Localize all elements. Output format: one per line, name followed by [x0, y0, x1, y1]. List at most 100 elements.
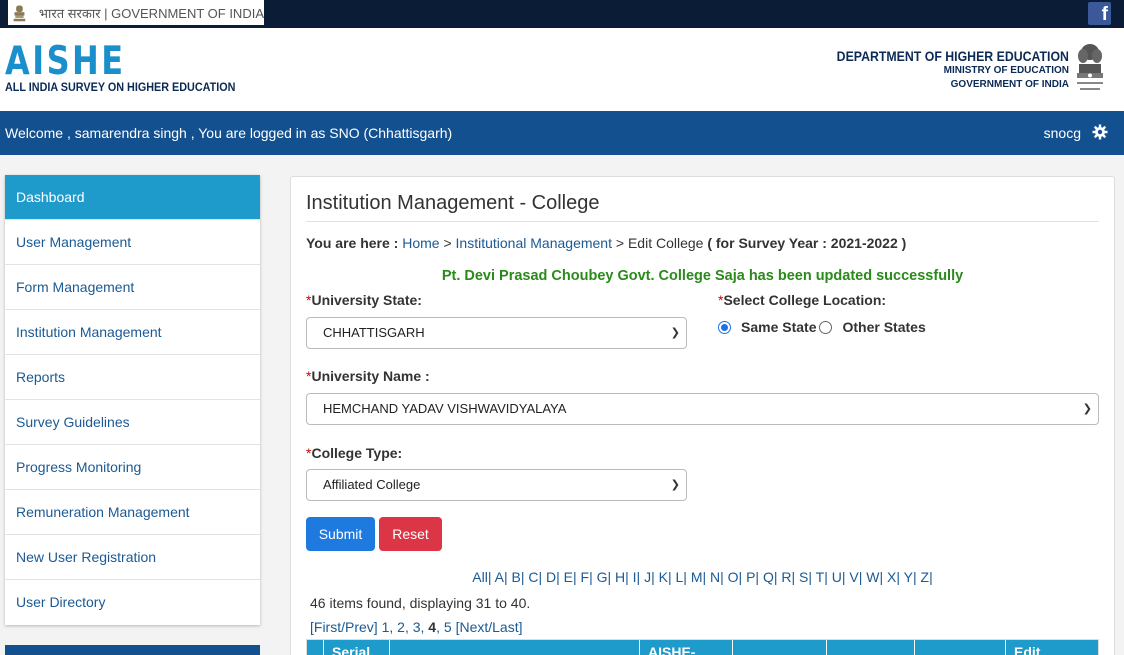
username-label[interactable]: snocg — [1044, 125, 1081, 141]
sidebar-item-remuneration-management[interactable]: Remuneration Management — [5, 490, 260, 535]
national-emblem-icon — [13, 5, 26, 21]
alphabet-filter: All| A| B| C| D| E| F| G| H| I| J| K| L|… — [291, 569, 1114, 585]
alpha-filter-u[interactable]: U| — [832, 569, 846, 585]
sidebar-item-institution-management[interactable]: Institution Management — [5, 310, 260, 355]
gear-icon[interactable] — [1092, 124, 1108, 140]
pager-next-last[interactable]: [Next/Last] — [456, 619, 523, 635]
university-state-label-text: University State: — [311, 292, 422, 308]
alpha-filter-h[interactable]: H| — [615, 569, 629, 585]
same-state-label: Same State — [741, 319, 817, 335]
column-name — [389, 640, 639, 655]
alpha-filter-k[interactable]: K| — [659, 569, 672, 585]
page-title: Institution Management - College — [306, 192, 600, 214]
alpha-filter-d[interactable]: D| — [546, 569, 560, 585]
alpha-filter-a[interactable]: A| — [495, 569, 508, 585]
alpha-filter-t[interactable]: T| — [816, 569, 828, 585]
alpha-filter-q[interactable]: Q| — [763, 569, 778, 585]
facebook-icon[interactable]: f — [1088, 2, 1111, 25]
university-state-label: *University State: — [306, 292, 422, 308]
sidebar-item-user-management[interactable]: User Management — [5, 220, 260, 265]
alpha-filter-m[interactable]: M| — [691, 569, 706, 585]
government-label: भारत सरकार | GOVERNMENT OF INDIA — [38, 5, 264, 21]
title-divider — [306, 221, 1099, 222]
breadcrumb-section-link[interactable]: Institutional Management — [456, 235, 612, 251]
college-type-label: *College Type: — [306, 445, 402, 461]
college-location-label: *Select College Location: — [718, 292, 886, 308]
university-name-value: HEMCHAND YADAV VISHWAVIDYALAYA — [323, 401, 567, 416]
university-name-select[interactable]: HEMCHAND YADAV VISHWAVIDYALAYA ❯ — [306, 393, 1099, 425]
sidebar-item-new-user-registration[interactable]: New User Registration — [5, 535, 260, 580]
alpha-filter-v[interactable]: V| — [849, 569, 862, 585]
alpha-filter-f[interactable]: F| — [581, 569, 593, 585]
college-location-radio-group: Same State Other States — [718, 319, 926, 335]
alpha-filter-g[interactable]: G| — [597, 569, 612, 585]
alpha-filter-s[interactable]: S| — [799, 569, 812, 585]
breadcrumb-current-page: Edit College — [627, 235, 704, 251]
chevron-down-icon: ❯ — [670, 479, 680, 491]
success-message: Pt. Devi Prasad Choubey Govt. College Sa… — [441, 268, 964, 284]
submit-button[interactable]: Submit — [306, 517, 375, 551]
alpha-filter-n[interactable]: N| — [710, 569, 724, 585]
sidebar-item-reports[interactable]: Reports — [5, 355, 260, 400]
department-block: DEPARTMENT OF HIGHER EDUCATION MINISTRY … — [805, 48, 1069, 92]
breadcrumb-separator: > — [443, 235, 452, 251]
main-panel: Institution Management - College You are… — [290, 176, 1115, 655]
sidebar-secondary-panel — [5, 645, 260, 655]
results-table-header: Serial. AISHE- Edit — [306, 639, 1099, 655]
university-state-value: CHHATTISGARH — [323, 325, 425, 340]
sidebar-item-dashboard[interactable]: Dashboard — [5, 175, 260, 220]
chevron-down-icon: ❯ — [1082, 403, 1092, 415]
welcome-bar: Welcome , samarendra singh , You are log… — [0, 111, 1124, 155]
college-type-value: Affiliated College — [323, 477, 421, 492]
site-header: AISHE ALL INDIA SURVEY ON HIGHER EDUCATI… — [0, 28, 1124, 111]
college-location-label-text: Select College Location: — [723, 292, 887, 308]
breadcrumb-separator: > — [615, 235, 625, 251]
alpha-filter-all[interactable]: All| — [472, 569, 491, 585]
breadcrumb-prefix: You are here : — [306, 235, 399, 251]
breadcrumb: You are here : Home > Institutional Mana… — [306, 235, 906, 251]
sidebar-item-user-directory[interactable]: User Directory — [5, 580, 260, 625]
results-count: 46 items found, displaying 31 to 40. — [310, 595, 531, 611]
university-state-select[interactable]: CHHATTISGARH ❯ — [306, 317, 687, 349]
pager-page-1[interactable]: 1 — [382, 619, 390, 635]
college-type-select[interactable]: Affiliated College ❯ — [306, 469, 687, 501]
other-states-radio[interactable] — [819, 320, 833, 334]
alpha-filter-z[interactable]: Z| — [921, 569, 933, 585]
college-type-label-text: College Type: — [311, 445, 403, 461]
alpha-filter-e[interactable]: E| — [564, 569, 577, 585]
sidebar-item-progress-monitoring[interactable]: Progress Monitoring — [5, 445, 260, 490]
column-edit: Edit — [1005, 640, 1083, 655]
alpha-filter-w[interactable]: W| — [866, 569, 883, 585]
alpha-filter-j[interactable]: J| — [644, 569, 655, 585]
alpha-filter-l[interactable]: L| — [676, 569, 687, 585]
sidebar-item-form-management[interactable]: Form Management — [5, 265, 260, 310]
ministry-name: MINISTRY OF EDUCATION — [943, 65, 1069, 76]
same-state-radio[interactable] — [718, 320, 731, 334]
alpha-filter-o[interactable]: O| — [728, 569, 743, 585]
alpha-filter-b[interactable]: B| — [511, 569, 524, 585]
alpha-filter-x[interactable]: X| — [887, 569, 900, 585]
reset-button[interactable]: Reset — [379, 517, 442, 551]
survey-year-label: ( for Survey Year : 2021-2022 ) — [707, 235, 907, 251]
breadcrumb-home-link[interactable]: Home — [402, 235, 439, 251]
government-of-india-link[interactable]: भारत सरकार | GOVERNMENT OF INDIA — [8, 0, 264, 25]
chevron-down-icon: ❯ — [670, 327, 680, 339]
alpha-filter-r[interactable]: R| — [781, 569, 795, 585]
alpha-filter-c[interactable]: C| — [528, 569, 542, 585]
department-name: DEPARTMENT OF HIGHER EDUCATION — [836, 48, 1069, 64]
alpha-filter-p[interactable]: P| — [746, 569, 759, 585]
pager-page-2[interactable]: 2 — [397, 619, 405, 635]
alpha-filter-y[interactable]: Y| — [904, 569, 917, 585]
sidebar-item-survey-guidelines[interactable]: Survey Guidelines — [5, 400, 260, 445]
column-blank-2 — [826, 640, 914, 655]
aishe-logo[interactable]: AISHE — [5, 42, 126, 82]
pager-page-3[interactable]: 3 — [413, 619, 421, 635]
pager-first-prev[interactable]: [First/Prev] — [310, 619, 378, 635]
column-blank-3 — [914, 640, 1005, 655]
alpha-filter-i[interactable]: I| — [633, 569, 641, 585]
column-serial: Serial. — [323, 640, 389, 655]
university-name-label: *University Name : — [306, 368, 430, 384]
university-name-label-text: University Name : — [311, 368, 430, 384]
pager-page-5[interactable]: 5 — [444, 619, 452, 635]
pagination: [First/Prev] 1, 2, 3, 4, 5 [Next/Last] — [310, 619, 523, 635]
